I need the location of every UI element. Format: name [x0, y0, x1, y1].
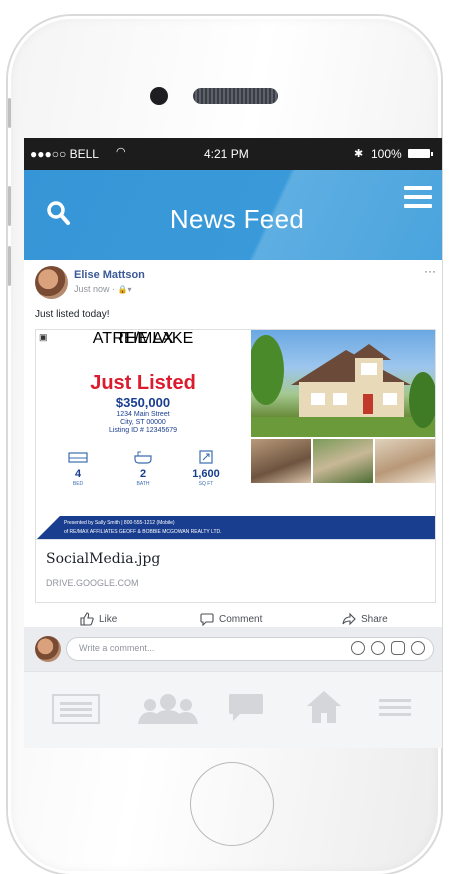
home-button[interactable] [190, 762, 274, 846]
stat-bed: 4 BED [53, 450, 103, 487]
avatar[interactable] [35, 266, 68, 299]
photo-thumbnail-2 [313, 439, 373, 483]
address-line1: 1234 Main Street [116, 411, 170, 418]
tab-friends-icon[interactable] [134, 694, 200, 729]
share-icon [342, 612, 356, 626]
post-time: Just now · [74, 284, 118, 294]
link-title: SocialMedia.jpg [46, 551, 161, 567]
house-photo [248, 330, 435, 437]
photo-thumbnail-1 [251, 439, 311, 483]
gif-icon[interactable] [391, 641, 405, 655]
comment-bar: Write a comment... [24, 627, 442, 671]
post-text: Just listed today! [35, 309, 110, 320]
post-author[interactable]: Elise Mattson [74, 269, 145, 281]
photo-thumbnail-3 [375, 439, 435, 483]
share-label: Share [361, 613, 388, 625]
listing-id: Listing ID # 12345679 [108, 427, 178, 434]
like-label: Like [99, 613, 118, 625]
listing-price: $350,000 [115, 395, 171, 410]
page-title: News Feed [169, 204, 305, 234]
comment-label: Comment [219, 613, 263, 625]
post-options-icon[interactable]: ··· [424, 264, 436, 278]
bottom-tab-bar [24, 671, 442, 748]
comment-input[interactable]: Write a comment... [66, 637, 434, 661]
bath-icon [133, 450, 153, 464]
address-line2: City, ST 00000 [120, 419, 166, 426]
comment-tools [351, 641, 425, 655]
camera-icon[interactable] [371, 641, 385, 655]
floorplan-icon [196, 450, 216, 464]
menu-icon[interactable] [404, 186, 432, 208]
carrier-label: ●●●○○ BELL [30, 147, 99, 161]
feed-post: Elise Mattson Just now · 🔒▾ ··· Just lis… [24, 260, 442, 638]
tab-news-feed-icon[interactable] [52, 694, 100, 729]
comment-icon [200, 613, 214, 626]
bed-icon [68, 450, 88, 464]
front-camera [150, 87, 168, 105]
share-button[interactable]: Share [342, 612, 388, 626]
privacy-lock-icon[interactable]: 🔒▾ [118, 285, 132, 294]
flyer-headline: Just Listed [90, 372, 196, 394]
bed-label: BED [72, 481, 84, 487]
app-header: News Feed [24, 170, 442, 260]
tab-messages-icon[interactable] [228, 692, 264, 727]
battery-percentage: 100% [371, 147, 402, 161]
like-button[interactable]: Like [80, 612, 117, 626]
bath-count: 2 [139, 468, 147, 480]
post-meta: Just now · 🔒▾ [74, 284, 132, 294]
link-preview[interactable]: SocialMedia.jpg DRIVE.GOOGLE.COM [35, 539, 436, 603]
agent-line2: of RE/MAX AFFILIATES GEOFF & BOBBIE MCGO… [64, 529, 222, 535]
flyer-left-panel: ▣ RE/MAX AT THE LAKE Just Listed $350,00… [36, 330, 250, 516]
bluetooth-icon: ✱ [354, 148, 364, 160]
agent-line1: Presented by Sally Smith | 800-555-1212 … [64, 520, 175, 526]
remax-subtitle: AT THE LAKE [92, 330, 194, 347]
tab-home-icon[interactable] [306, 690, 342, 729]
tab-more-icon[interactable] [379, 698, 411, 723]
stat-bath: 2 BATH [118, 450, 168, 487]
comment-button[interactable]: Comment [200, 612, 262, 626]
clock: 4:21 PM [204, 147, 249, 161]
listing-flyer-image[interactable]: ▣ RE/MAX AT THE LAKE Just Listed $350,00… [35, 329, 436, 540]
bath-label: BATH [136, 481, 150, 487]
status-bar: ●●●○○ BELL ◠ 4:21 PM ✱ 100% [24, 138, 442, 170]
sqft-label: SQ FT [198, 481, 214, 487]
sticker-icon[interactable] [411, 641, 425, 655]
emoji-icon[interactable] [351, 641, 365, 655]
stat-sqft: 1,600 SQ FT [181, 450, 231, 487]
sqft-count: 1,600 [192, 468, 220, 480]
earpiece-speaker [193, 88, 278, 104]
comment-placeholder: Write a comment... [79, 643, 155, 653]
wifi-icon: ◠ [116, 146, 126, 158]
volume-down-button [8, 246, 11, 286]
phone-screen: ●●●○○ BELL ◠ 4:21 PM ✱ 100% News Feed El… [24, 138, 442, 748]
thumbs-up-icon [80, 612, 94, 626]
volume-up-button [8, 186, 11, 226]
bed-count: 4 [74, 468, 82, 480]
link-domain: DRIVE.GOOGLE.COM [46, 578, 139, 588]
mute-switch [8, 98, 11, 128]
commenter-avatar [35, 636, 61, 662]
battery-icon [408, 149, 433, 158]
